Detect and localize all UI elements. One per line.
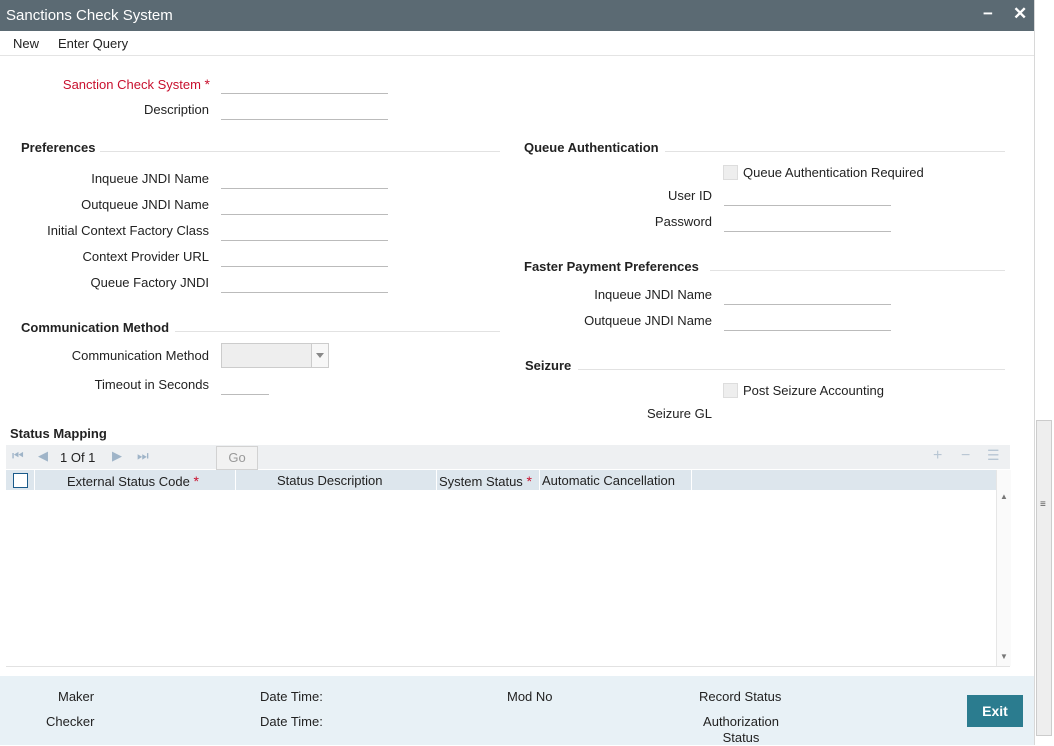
seizure-divider [578, 369, 1005, 370]
fp-inqueue-jndi-field[interactable] [724, 284, 891, 305]
queue-auth-required-label: Queue Authentication Required [743, 165, 924, 180]
pager-text: 1 Of 1 [60, 450, 96, 465]
initial-context-factory-label: Initial Context Factory Class [47, 223, 209, 238]
checker-label: Checker [46, 714, 95, 729]
row-details-icon[interactable]: ☰ [987, 447, 1000, 464]
previous-page-icon[interactable]: ◀ [38, 448, 48, 464]
queue-factory-jndi-label: Queue Factory JNDI [90, 275, 210, 290]
preferences-divider [100, 151, 500, 152]
select-all-checkbox[interactable] [13, 473, 28, 488]
description-field[interactable] [221, 99, 388, 120]
fp-outqueue-jndi-label: Outqueue JNDI Name [584, 313, 712, 328]
close-icon[interactable]: ✕ [1013, 4, 1027, 24]
queue-authentication-heading: Queue Authentication [524, 140, 659, 155]
faster-payment-heading: Faster Payment Preferences [524, 259, 699, 274]
fp-inqueue-jndi-label: Inqueue JNDI Name [594, 287, 712, 302]
column-automatic-cancellation[interactable]: Automatic Cancellation [542, 473, 675, 488]
timeout-field[interactable] [221, 374, 269, 395]
column-divider [691, 470, 692, 490]
preferences-heading: Preferences [21, 140, 96, 155]
seizure-gl-field[interactable] [724, 403, 891, 424]
required-icon: * [526, 473, 532, 489]
audit-footer: Maker Checker Date Time: Date Time: Mod … [0, 676, 1034, 745]
sanction-check-system-label: Sanction Check System * [40, 76, 210, 92]
column-divider [34, 470, 35, 490]
communication-method-label: Communication Method [71, 348, 209, 363]
outqueue-jndi-field[interactable] [221, 194, 388, 215]
last-page-icon[interactable]: ⏭ [137, 448, 149, 464]
menu-new[interactable]: New [13, 36, 39, 51]
checker-date-time-label: Date Time: [260, 714, 323, 729]
timeout-label: Timeout in Seconds [94, 377, 209, 392]
required-icon: * [204, 76, 210, 92]
status-mapping-toolbar: ⏮ ◀ 1 Of 1 ▶ ⏭ Go + − ☰ [6, 445, 1010, 470]
column-external-status-code-label: External Status Code [67, 474, 190, 489]
status-mapping-heading: Status Mapping [10, 426, 107, 441]
exit-button[interactable]: Exit [967, 695, 1023, 727]
status-mapping-body [6, 490, 1010, 667]
initial-context-factory-field[interactable] [221, 220, 388, 241]
seizure-gl-label: Seizure GL [646, 406, 712, 421]
go-button[interactable]: Go [216, 446, 258, 470]
scroll-down-icon[interactable]: ▼ [1000, 652, 1008, 661]
post-seizure-label: Post Seizure Accounting [743, 383, 884, 398]
sanction-check-system-field[interactable] [221, 73, 388, 94]
description-label: Description [143, 102, 209, 117]
mod-no-label: Mod No [507, 689, 553, 704]
inqueue-jndi-label: Inqueue JNDI Name [91, 171, 209, 186]
inqueue-jndi-field[interactable] [221, 168, 388, 189]
queue-factory-jndi-field[interactable] [221, 272, 388, 293]
column-divider [235, 470, 236, 490]
column-divider [539, 470, 540, 490]
outqueue-jndi-label: Outqueue JNDI Name [81, 197, 209, 212]
window-title: Sanctions Check System [6, 7, 173, 24]
grid-scrollbar[interactable]: ▲ ▼ [996, 470, 1011, 666]
user-id-field[interactable] [724, 185, 891, 206]
sanction-check-system-label-text: Sanction Check System [62, 77, 201, 92]
delete-row-icon[interactable]: − [961, 447, 970, 465]
communication-divider [175, 331, 500, 332]
context-provider-url-field[interactable] [221, 246, 388, 267]
queue-auth-divider [665, 151, 1005, 152]
window-scrollbar[interactable]: ≡ [1036, 420, 1052, 736]
scroll-up-icon[interactable]: ▲ [1000, 492, 1008, 501]
queue-auth-required-checkbox[interactable] [723, 165, 738, 180]
next-page-icon[interactable]: ▶ [112, 448, 122, 464]
minimize-icon[interactable]: − [983, 4, 993, 24]
column-external-status-code[interactable]: External Status Code * [67, 473, 199, 489]
post-seizure-checkbox[interactable] [723, 383, 738, 398]
column-divider [436, 470, 437, 490]
seizure-heading: Seizure [525, 358, 572, 373]
add-row-icon[interactable]: + [933, 447, 942, 465]
record-status-label: Record Status [699, 689, 782, 704]
chevron-down-icon [311, 344, 328, 367]
user-id-label: User ID [667, 188, 712, 203]
required-icon: * [193, 473, 199, 489]
context-provider-url-label: Context Provider URL [82, 249, 209, 264]
menu-bar: New Enter Query [0, 31, 1034, 56]
communication-method-heading: Communication Method [21, 320, 170, 335]
maker-label: Maker [58, 689, 95, 704]
column-system-status-label: System Status [439, 474, 523, 489]
scrollbar-grip-icon: ≡ [1040, 499, 1046, 510]
status-mapping-header: External Status Code * Status Descriptio… [6, 470, 1010, 490]
authorization-status-label: Authorization Status [703, 714, 779, 745]
password-field[interactable] [724, 211, 891, 232]
communication-method-select[interactable] [221, 343, 329, 368]
title-bar: Sanctions Check System − ✕ [0, 0, 1034, 31]
maker-date-time-label: Date Time: [260, 689, 323, 704]
faster-payment-divider [710, 270, 1005, 271]
password-label: Password [654, 214, 712, 229]
menu-enter-query[interactable]: Enter Query [58, 36, 128, 51]
column-status-description[interactable]: Status Description [277, 473, 383, 488]
first-page-icon[interactable]: ⏮ [12, 448, 24, 464]
fp-outqueue-jndi-field[interactable] [724, 310, 891, 331]
column-system-status[interactable]: System Status * [439, 473, 532, 489]
